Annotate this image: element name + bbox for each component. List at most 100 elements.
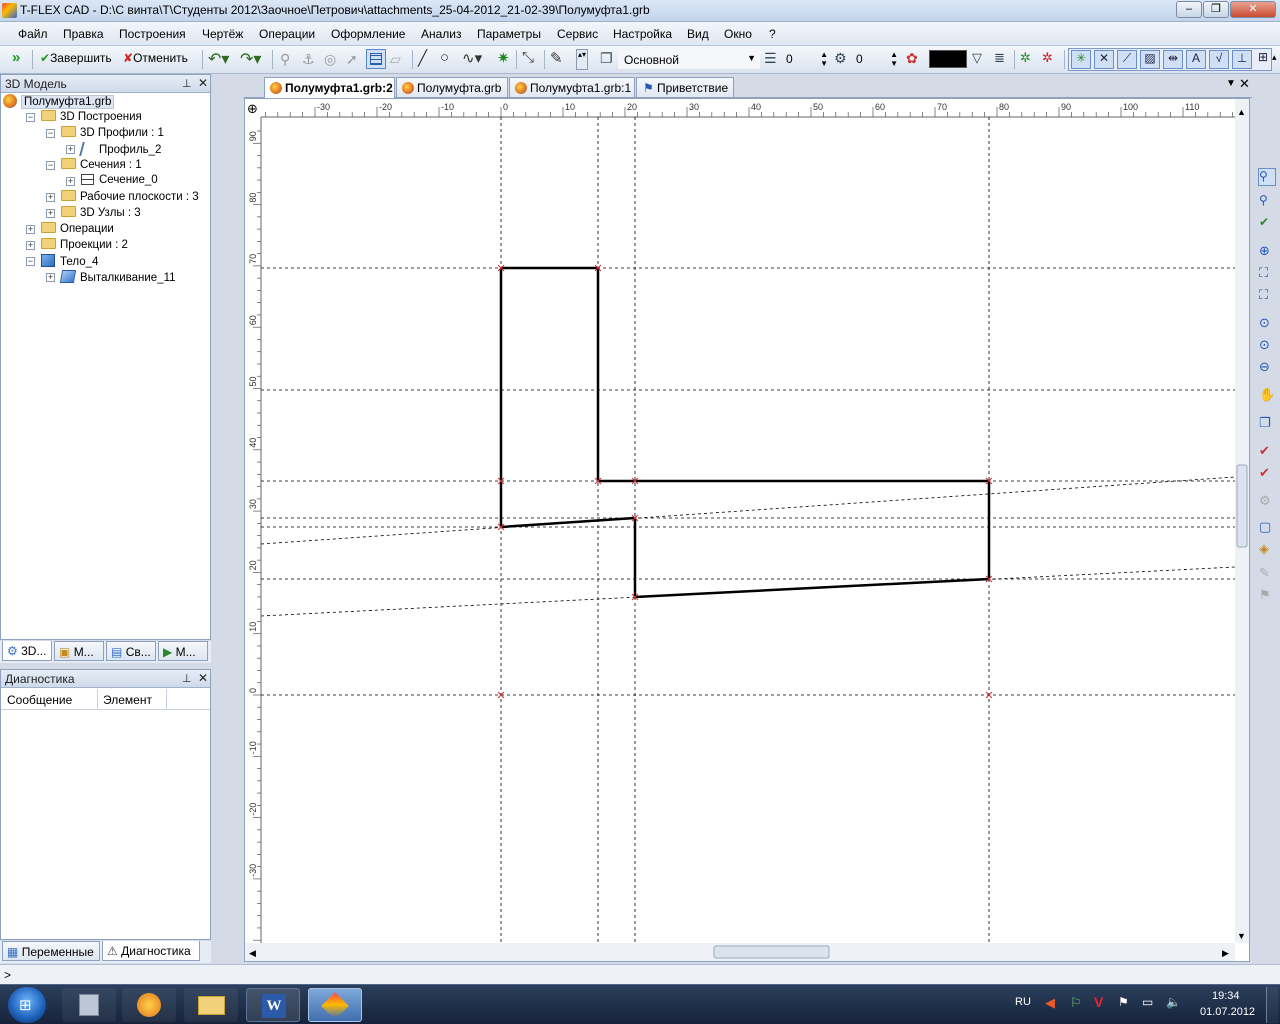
grid-toggle-icon[interactable] bbox=[366, 49, 386, 69]
tab-materials[interactable]: ▣ М... bbox=[54, 641, 104, 661]
pen-icon[interactable]: ✎ bbox=[550, 49, 563, 70]
snap-text-icon[interactable]: A bbox=[1186, 50, 1206, 69]
filter-icon[interactable]: ▽ bbox=[972, 50, 982, 71]
color-swatch[interactable] bbox=[929, 50, 967, 68]
expand-icon[interactable]: + bbox=[66, 177, 75, 186]
tab-3d-model[interactable]: ⚙ 3D... bbox=[2, 641, 52, 661]
finish-button[interactable]: ✔Завершить bbox=[40, 51, 112, 72]
zoom-out-icon[interactable]: ⊖ bbox=[1258, 358, 1276, 376]
tree-item[interactable]: − Тело_4 bbox=[26, 254, 98, 270]
zoom-all-icon[interactable]: ⛶ bbox=[1258, 286, 1276, 304]
origin-crosshair-icon[interactable]: ⊕ bbox=[247, 101, 258, 116]
doc-tab-3[interactable]: ⚑ Приветствие bbox=[636, 77, 734, 97]
menu-edit[interactable]: Правка bbox=[63, 27, 104, 41]
menu-view[interactable]: Вид bbox=[687, 27, 709, 41]
close-button[interactable]: ✕ bbox=[1230, 1, 1276, 18]
vertical-scroll-thumb[interactable] bbox=[1236, 464, 1248, 548]
tab-diagnostics[interactable]: ⚠ Диагностика bbox=[102, 941, 200, 961]
language-indicator[interactable]: RU bbox=[1015, 996, 1031, 1008]
command-prompt[interactable]: > bbox=[4, 968, 11, 982]
menu-design[interactable]: Оформление bbox=[331, 27, 405, 41]
menu-help[interactable]: ? bbox=[769, 27, 776, 41]
expand-icon[interactable]: + bbox=[26, 225, 35, 234]
taskbar-word[interactable]: W bbox=[246, 988, 300, 1022]
dimension-tool-icon[interactable]: ⤡ bbox=[522, 49, 534, 70]
drawing-svg[interactable]: -30 -20 -10 0 10 20 30 40 50 60 70 80 90 100 110 90807… bbox=[245, 99, 1249, 961]
expand-icon[interactable]: + bbox=[46, 209, 55, 218]
arrow-snap-icon[interactable]: ➚ bbox=[346, 51, 358, 72]
menu-analysis[interactable]: Анализ bbox=[421, 27, 462, 41]
doc-tab-1[interactable]: Полумуфта.grb bbox=[396, 77, 508, 97]
taskbar-calculator[interactable] bbox=[62, 988, 116, 1022]
pin-icon[interactable]: ⊥ bbox=[182, 672, 192, 685]
menu-file[interactable]: Файл bbox=[18, 27, 48, 41]
menu-parameters[interactable]: Параметры bbox=[477, 27, 541, 41]
tab-variables[interactable]: ▦ Переменные bbox=[2, 941, 100, 961]
expand-icon[interactable]: + bbox=[46, 193, 55, 202]
taskbar-tflex[interactable] bbox=[308, 988, 362, 1022]
snap-roughness-icon[interactable]: √ bbox=[1209, 50, 1229, 69]
double-check-icon[interactable]: » bbox=[12, 49, 20, 70]
tray-flag-icon[interactable]: ⚑ bbox=[1118, 995, 1129, 1009]
expand-icon[interactable]: + bbox=[66, 145, 75, 154]
magnet-icon[interactable]: ⚲ bbox=[1258, 168, 1276, 186]
start-button[interactable]: ⊞ bbox=[8, 987, 46, 1023]
tree-item[interactable]: + Проекции : 2 bbox=[26, 238, 128, 254]
circle-snap-icon[interactable]: ◎ bbox=[324, 51, 336, 72]
node-marker[interactable] bbox=[985, 691, 993, 699]
panel-close-icon[interactable]: ✕ bbox=[198, 76, 208, 90]
tab-properties[interactable]: ▤ Св... bbox=[106, 641, 156, 661]
scroll-right-icon[interactable]: ▶ bbox=[1222, 948, 1229, 958]
menu-window[interactable]: Окно bbox=[724, 27, 752, 41]
tree-item[interactable]: Полумуфта1.grb bbox=[3, 94, 115, 110]
tray-monitor-icon[interactable]: ▭ bbox=[1142, 995, 1153, 1009]
select-filter-icon[interactable]: ✲ bbox=[1020, 50, 1031, 71]
zoom-in-icon[interactable]: ⊕ bbox=[1258, 242, 1276, 260]
pin-icon[interactable]: ⊥ bbox=[182, 77, 192, 90]
snap-more-icon[interactable]: ⊞ bbox=[1255, 50, 1271, 69]
redo-icon[interactable]: ↷▾ bbox=[240, 49, 261, 70]
zoom-icon[interactable]: ⊙ bbox=[1258, 314, 1276, 332]
drawing-area[interactable]: -30 -20 -10 0 10 20 30 40 50 60 70 80 90 100 110 90 80 7… bbox=[244, 98, 1250, 962]
tree-item[interactable]: + Операции bbox=[26, 222, 114, 238]
collapse-icon[interactable]: − bbox=[46, 129, 55, 138]
snap-hatch-icon[interactable]: ▨ bbox=[1140, 50, 1160, 69]
expand-icon[interactable]: + bbox=[46, 273, 55, 282]
line-tool-icon[interactable]: ╱ bbox=[418, 49, 427, 70]
tray-antivirus-icon[interactable]: V bbox=[1094, 994, 1103, 1010]
menu-service[interactable]: Сервис bbox=[557, 27, 598, 41]
snap-dimension-icon[interactable]: ⇹ bbox=[1163, 50, 1183, 69]
toolbar-expander-icon[interactable]: ▴▾ bbox=[576, 49, 588, 70]
scroll-down-icon[interactable]: ▼ bbox=[1237, 931, 1246, 941]
cube-icon[interactable]: ▢ bbox=[1258, 518, 1276, 536]
cube-shaded-icon[interactable]: ◈ bbox=[1258, 540, 1276, 558]
cancel-button[interactable]: ✘Отменить bbox=[123, 51, 188, 72]
tab-list-icon[interactable]: ▼ bbox=[1226, 78, 1236, 89]
snap-pin-icon[interactable]: ⚲ bbox=[1258, 192, 1276, 210]
taskbar-messenger[interactable] bbox=[122, 988, 176, 1022]
check-snap-icon[interactable]: ✔ bbox=[1258, 214, 1276, 232]
tree-item[interactable]: + Сечение_0 bbox=[66, 174, 158, 190]
list-icon[interactable]: ≣ bbox=[994, 50, 1005, 71]
level-number-stepper[interactable]: 0 ▲ ▼ bbox=[852, 49, 900, 69]
snap-line-icon[interactable]: ⟋ bbox=[1117, 50, 1137, 69]
profile-outline[interactable] bbox=[499, 266, 991, 599]
layer-number-stepper[interactable]: 0 ▲ ▼ bbox=[782, 49, 830, 69]
check-3d-alt-icon[interactable]: ✔ bbox=[1258, 464, 1276, 482]
horizontal-scroll-thumb[interactable] bbox=[713, 945, 830, 959]
maximize-button[interactable]: ❐ bbox=[1203, 1, 1229, 18]
clock-date[interactable]: 01.07.2012 bbox=[1200, 1006, 1255, 1018]
collapse-icon[interactable]: − bbox=[26, 257, 35, 266]
circle-tool-icon[interactable]: ○ bbox=[440, 49, 449, 70]
document-close-icon[interactable]: ✕ bbox=[1239, 76, 1250, 92]
minimize-button[interactable]: – bbox=[1176, 1, 1202, 18]
tree-item[interactable]: + Профиль_2 bbox=[66, 142, 161, 158]
tree-item[interactable]: +3D Узлы : 3 bbox=[46, 206, 141, 222]
node-icon[interactable]: ⚲ bbox=[280, 51, 290, 72]
deselect-filter-icon[interactable]: ✲ bbox=[1042, 50, 1053, 71]
scroll-left-icon[interactable]: ◀ bbox=[249, 948, 256, 958]
tree-item[interactable]: − 3D Построения bbox=[26, 110, 142, 126]
snap-tolerance-icon[interactable]: ⊥ bbox=[1232, 50, 1252, 69]
tray-network-icon[interactable]: ⚐ bbox=[1070, 995, 1082, 1011]
panel-close-icon[interactable]: ✕ bbox=[198, 671, 208, 685]
